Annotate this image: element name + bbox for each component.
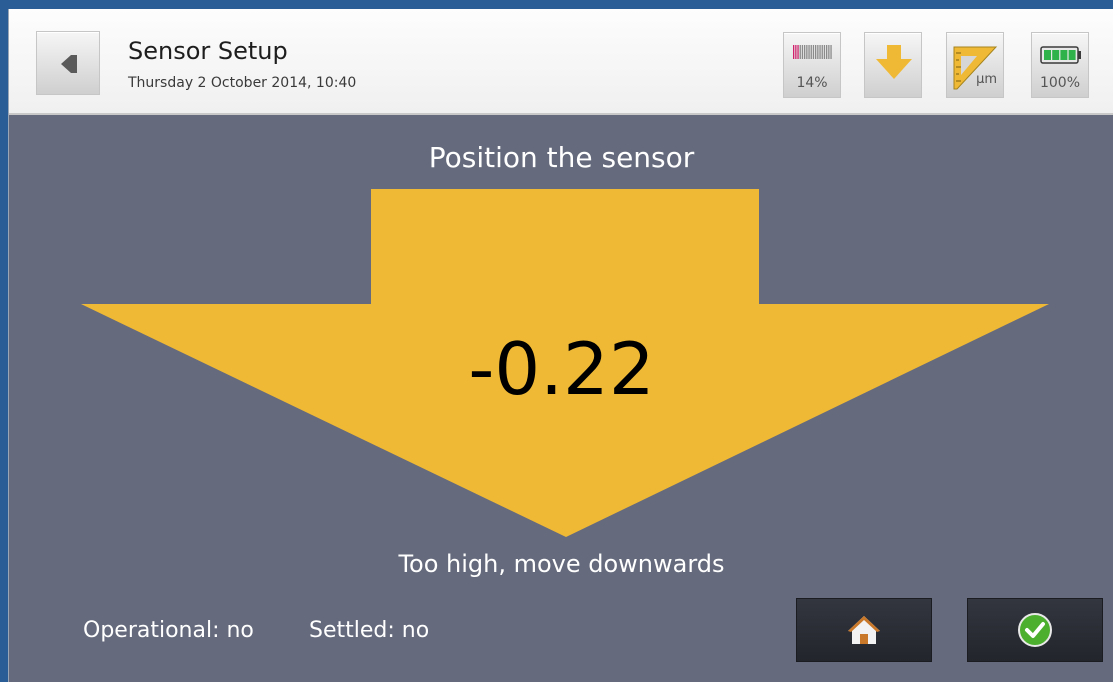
sensor-reading: -0.22 [468, 327, 655, 411]
app-window: Sensor Setup Thursday 2 October 2014, 10… [8, 9, 1113, 682]
home-button[interactable] [796, 598, 932, 662]
confirm-button[interactable] [967, 598, 1103, 662]
settled-status: Settled: no [309, 618, 430, 643]
check-circle-icon [1018, 613, 1052, 647]
operational-status: Operational: no [83, 618, 254, 643]
adjust-hint: Too high, move downwards [398, 550, 725, 578]
home-icon [848, 616, 880, 644]
